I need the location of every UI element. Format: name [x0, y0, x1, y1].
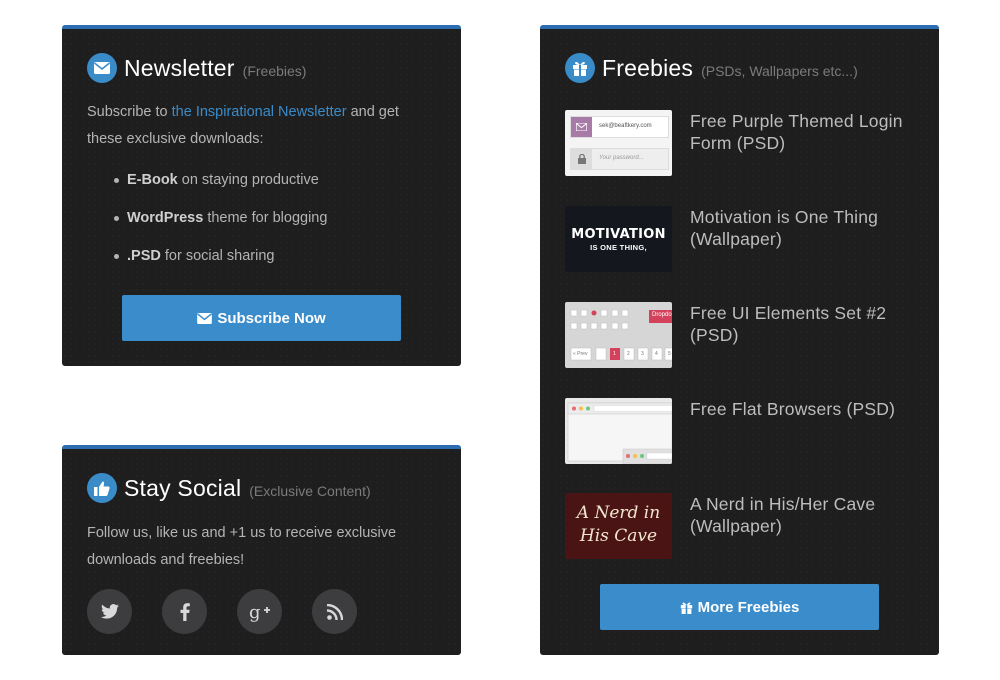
social-header: Stay Social (Exclusive Content)	[87, 473, 371, 503]
freebies-subtitle: (PSDs, Wallpapers etc...)	[701, 62, 858, 79]
lock-icon	[571, 149, 592, 169]
freebies-panel: Freebies (PSDs, Wallpapers etc...) sek@b…	[540, 25, 939, 655]
thumb-page: 1	[613, 351, 616, 357]
newsletter-intro: Subscribe to the Inspirational Newslette…	[87, 99, 437, 153]
rss-icon[interactable]	[312, 589, 357, 634]
ui-elements-thumbnail: Dropdo « Prev 1 2 3 4 5	[565, 302, 672, 368]
more-freebies-button[interactable]: More Freebies	[600, 584, 879, 630]
list-item: WordPress theme for blogging	[114, 205, 327, 243]
social-title: Stay Social	[124, 474, 242, 501]
svg-text:g: g	[249, 602, 261, 622]
freebie-title: Free UI Elements Set #2 (PSD)	[690, 303, 887, 345]
item-text: for social sharing	[160, 248, 275, 264]
thumb-prev: « Prev	[573, 351, 588, 357]
item-bold: E-Book	[127, 172, 178, 188]
envelope-icon	[87, 53, 117, 83]
thumb-text: MOTIVATION	[571, 227, 666, 242]
item-text: on staying productive	[177, 172, 319, 188]
thumb-email-text: sek@beaftkery.com	[599, 123, 652, 129]
thumb-text: A Nerd in	[576, 503, 661, 523]
social-subtitle: (Exclusive Content)	[249, 482, 371, 499]
intro-text: Subscribe to	[87, 104, 172, 120]
freebie-title: Free Flat Browsers (PSD)	[690, 399, 896, 419]
thumbs-up-icon	[87, 473, 117, 503]
freebies-header: Freebies (PSDs, Wallpapers etc...)	[565, 53, 858, 83]
social-links: g	[87, 589, 387, 634]
envelope-icon	[197, 312, 213, 324]
thumb-text: IS ONE THING,	[590, 243, 647, 252]
google-plus-icon[interactable]: g	[237, 589, 282, 634]
gift-icon	[680, 602, 692, 614]
list-item: E-Book on staying productive	[114, 167, 327, 205]
freebie-item[interactable]: Dropdo « Prev 1 2 3 4 5 Free UI Elements…	[565, 302, 915, 368]
newsletter-panel: Newsletter (Freebies) Subscribe to the I…	[62, 25, 461, 366]
freebies-title: Freebies	[602, 54, 694, 81]
freebie-item[interactable]: MOTIVATION IS ONE THING, Motivation is O…	[565, 206, 915, 272]
newsletter-link[interactable]: the Inspirational Newsletter	[172, 104, 347, 120]
subscribe-button-label: Subscribe Now	[217, 309, 326, 327]
gift-icon	[565, 53, 595, 83]
motivation-thumbnail: MOTIVATION IS ONE THING,	[565, 206, 672, 272]
facebook-icon[interactable]	[162, 589, 207, 634]
thumb-email-field: sek@beaftkery.com	[570, 116, 669, 138]
freebie-item[interactable]: Free Flat Browsers (PSD)	[565, 398, 915, 464]
freebie-title: Motivation is One Thing (Wallpaper)	[690, 207, 879, 249]
thumb-page: 2	[627, 351, 630, 357]
newsletter-title: Newsletter	[124, 54, 235, 81]
subscribe-button[interactable]: Subscribe Now	[122, 295, 401, 341]
thumb-text: His Cave	[579, 526, 658, 546]
item-bold: WordPress	[127, 210, 204, 226]
browser-preview	[567, 402, 672, 464]
freebie-title: Free Purple Themed Login Form (PSD)	[690, 111, 903, 153]
newsletter-header: Newsletter (Freebies)	[87, 53, 306, 83]
twitter-icon[interactable]	[87, 589, 132, 634]
freebie-item[interactable]: sek@beaftkery.com Your password... Free …	[565, 110, 915, 176]
nerd-cave-thumbnail: A Nerd in His Cave	[565, 493, 672, 559]
freebie-title: A Nerd in His/Her Cave (Wallpaper)	[690, 494, 876, 536]
list-item: .PSD for social sharing	[114, 243, 327, 281]
social-panel: Stay Social (Exclusive Content) Follow u…	[62, 445, 461, 655]
social-text: Follow us, like us and +1 us to receive …	[87, 525, 397, 568]
thumb-page: 4	[655, 351, 658, 357]
download-list: E-Book on staying productive WordPress t…	[114, 167, 327, 281]
thumb-badge: Dropdo	[652, 312, 672, 318]
flat-browsers-thumbnail	[565, 398, 672, 464]
item-text: theme for blogging	[203, 210, 328, 226]
envelope-icon	[571, 117, 592, 137]
item-bold: .PSD	[127, 248, 161, 264]
thumb-password-text: Your password...	[599, 155, 644, 161]
thumb-page: 5	[668, 351, 671, 357]
more-freebies-label: More Freebies	[697, 598, 800, 616]
freebie-item[interactable]: A Nerd in His Cave A Nerd in His/Her Cav…	[565, 493, 915, 559]
newsletter-subtitle: (Freebies)	[242, 62, 307, 79]
login-form-thumbnail: sek@beaftkery.com Your password...	[565, 110, 672, 176]
thumb-password-field: Your password...	[570, 148, 669, 170]
thumb-page: 3	[641, 351, 644, 357]
